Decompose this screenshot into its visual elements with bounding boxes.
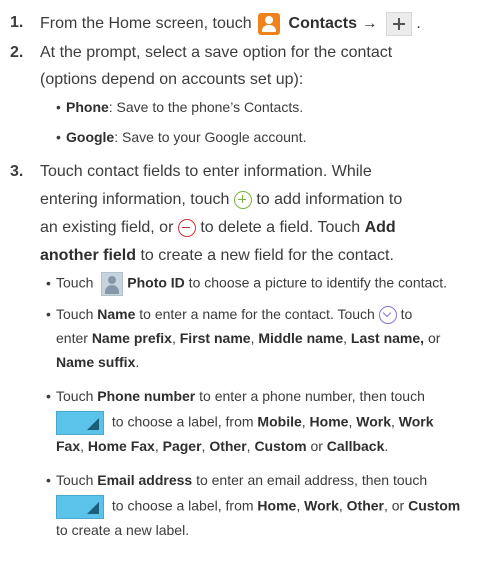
step-3-line-2: entering information, touch to add infor… xyxy=(40,190,403,209)
step-3-line-3: an existing field, or to delete a field.… xyxy=(40,218,396,237)
step-3-line-4: another field to create a new field for … xyxy=(40,247,394,264)
photo-id-icon xyxy=(101,272,124,296)
step-3-line-1: Touch contact fields to enter informatio… xyxy=(40,163,372,180)
label-selector-icon xyxy=(56,411,104,435)
bullet-name-line-3: Name suffix. xyxy=(56,354,140,370)
bullet-phone: • Phone: Save to the phone’s Contacts. xyxy=(56,99,304,115)
label-selector-icon xyxy=(56,495,104,519)
step-number: 1. xyxy=(10,14,24,31)
step-2-line-1: At the prompt, select a save option for … xyxy=(40,44,393,61)
expand-chevron-icon xyxy=(378,306,397,325)
bullet-phone-number: • Touch Phone number to enter a phone num… xyxy=(46,388,425,404)
add-plus-icon xyxy=(385,12,412,36)
bullet-email: • Touch Email address to enter an email a… xyxy=(46,472,428,488)
step-2-line-2: (options depend on accounts set up): xyxy=(40,71,304,88)
bullet-email-line-2: to choose a label, from Home, Work, Othe… xyxy=(56,495,460,519)
step-number: 2. xyxy=(10,44,24,61)
step-1-text: From the Home screen, touch Contacts → . xyxy=(40,12,421,36)
bullet-photo-id: • Touch Photo ID to choose a picture to i… xyxy=(46,272,447,296)
step-number: 3. xyxy=(10,163,24,180)
manual-page: 1. From the Home screen, touch Contacts … xyxy=(0,0,477,570)
contacts-icon xyxy=(258,13,281,35)
bullet-name-line-2: enter Name prefix, First name, Middle na… xyxy=(56,330,441,346)
bullet-google: • Google: Save to your Google account. xyxy=(56,129,307,145)
bullet-name: • Touch Name to enter a name for the cont… xyxy=(46,305,412,325)
add-field-plus-icon xyxy=(233,190,252,209)
bullet-phone-line-2: to choose a label, from Mobile, Home, Wo… xyxy=(56,411,434,435)
bullet-phone-line-3: Fax, Home Fax, Pager, Other, Custom or C… xyxy=(56,438,389,454)
delete-field-minus-icon xyxy=(177,218,196,237)
bullet-email-line-3: to create a new label. xyxy=(56,522,190,538)
